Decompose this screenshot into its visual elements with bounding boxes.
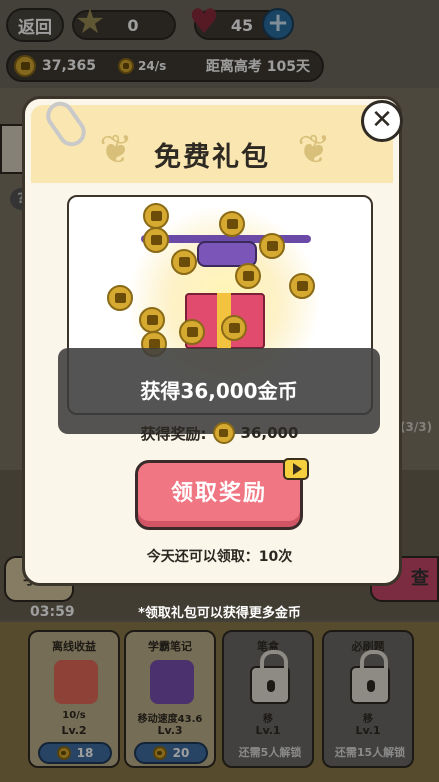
reward-label: 获得奖励: — [140, 424, 207, 443]
coin-icon — [221, 315, 247, 341]
dialog-title: 免费礼包 — [154, 142, 270, 173]
coin-icon — [107, 285, 133, 311]
close-button[interactable]: ✕ — [361, 100, 403, 142]
coin-icon — [143, 227, 169, 253]
reward-value: 36,000 — [240, 424, 299, 442]
coin-icon — [219, 211, 245, 237]
coin-icon — [171, 249, 197, 275]
dialog-header: ❦ ❦ 免费礼包 — [31, 105, 393, 183]
coin-icon — [139, 307, 165, 333]
video-ad-icon — [283, 458, 309, 480]
reward-summary: 获得奖励: 36,000 — [0, 422, 439, 444]
coin-icon — [235, 263, 261, 289]
coin-icon — [289, 273, 315, 299]
claim-reward-button[interactable]: 领取奖励 — [135, 460, 303, 530]
coin-icon — [143, 203, 169, 229]
coin-icon — [212, 422, 235, 444]
remaining-claims: 今天还可以领取：10次 — [146, 549, 293, 565]
coin-icon — [179, 319, 205, 345]
coin-icon — [259, 233, 285, 259]
gift-hint: *领取礼包可以获得更多金币 — [138, 606, 301, 621]
